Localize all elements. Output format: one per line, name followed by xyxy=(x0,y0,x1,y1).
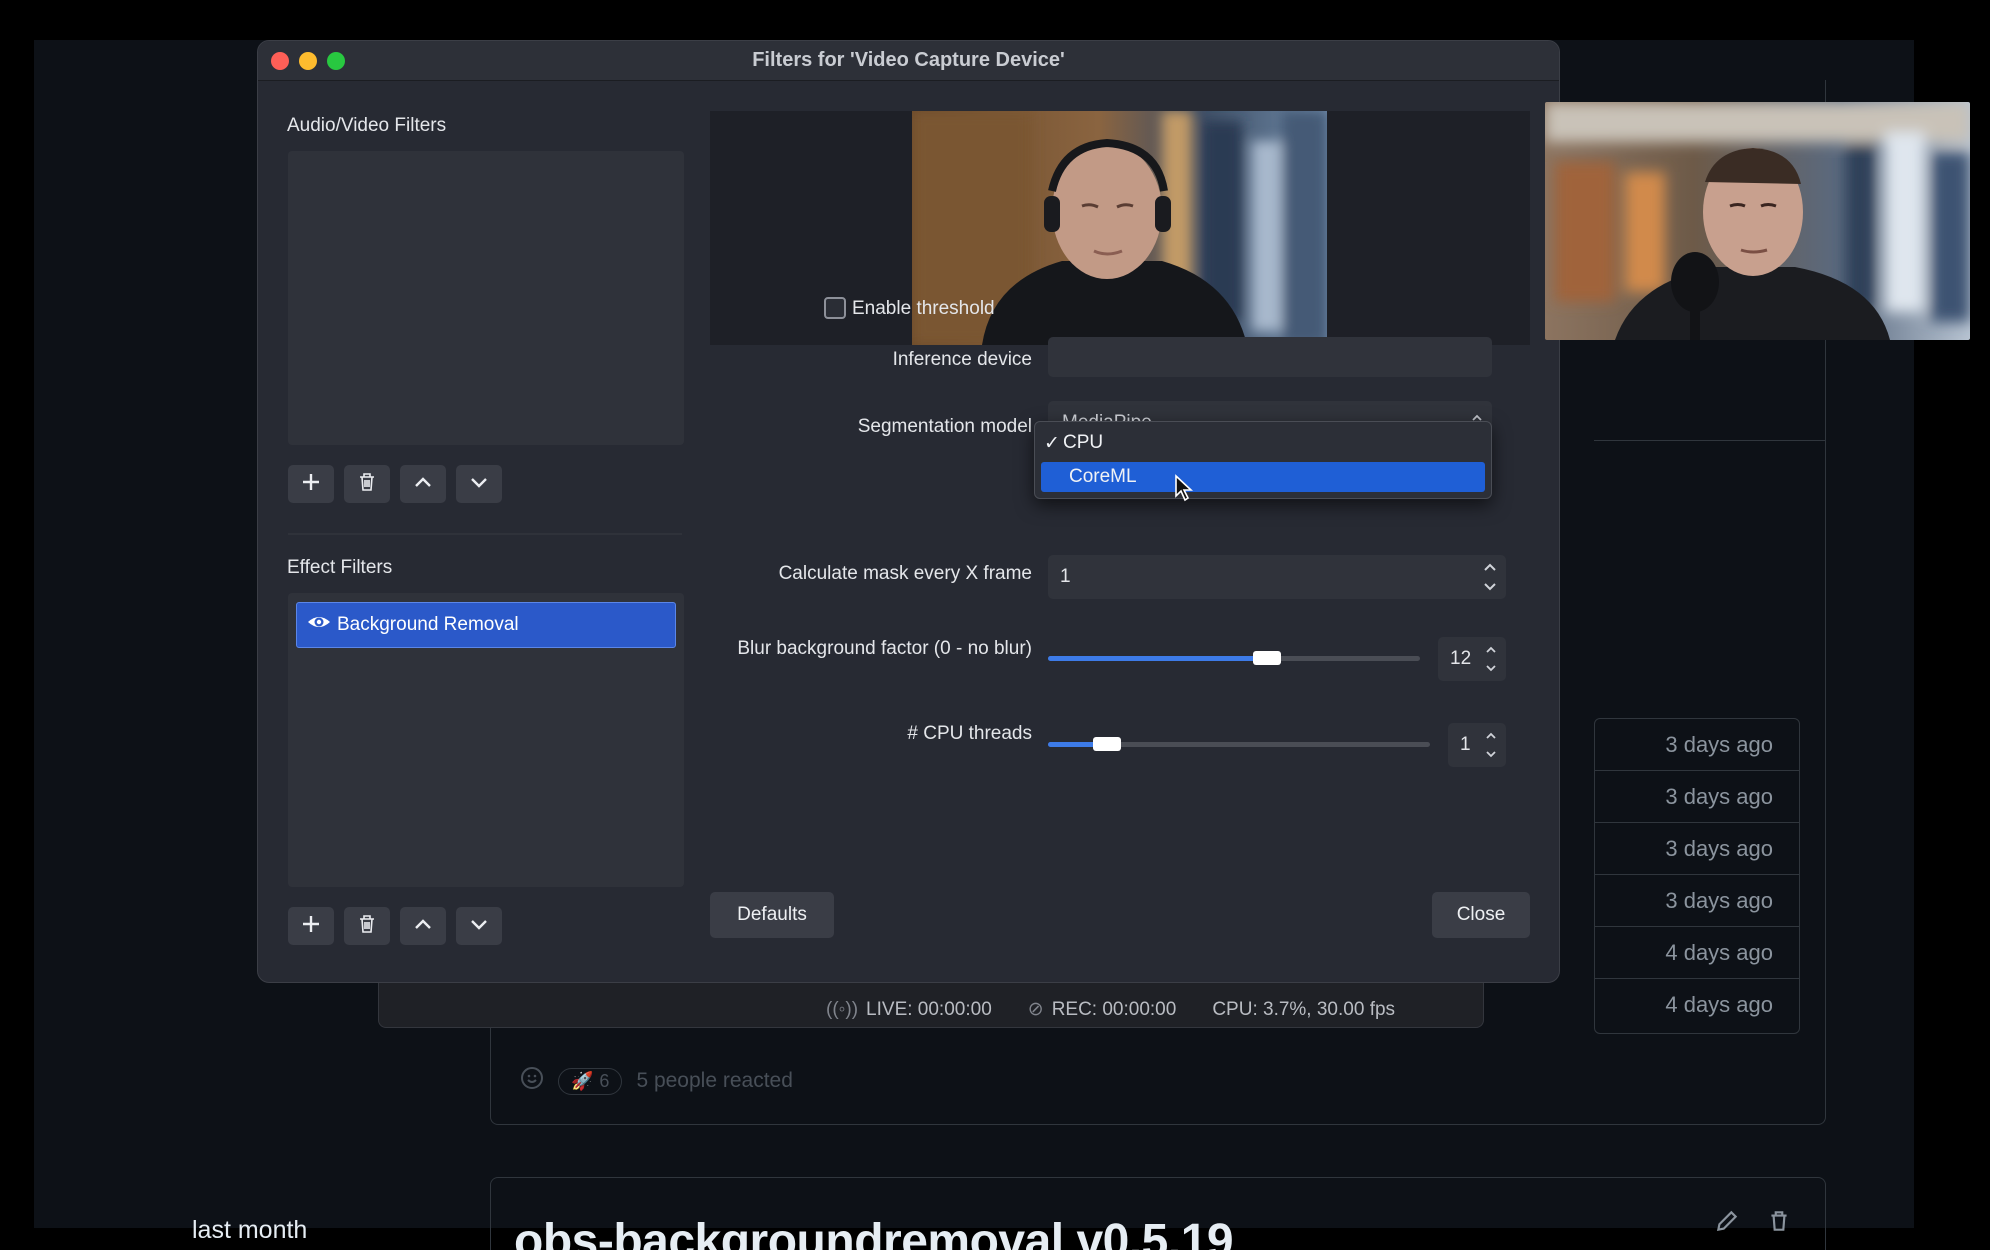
defaults-button[interactable]: Defaults xyxy=(710,892,834,938)
smiley-icon[interactable] xyxy=(520,1066,544,1096)
stepper-arrows-icon[interactable] xyxy=(1484,643,1498,675)
plus-icon xyxy=(300,471,322,498)
eye-icon[interactable] xyxy=(307,610,337,640)
asset-row: 4 days ago xyxy=(1595,927,1799,979)
dropdown-option-cpu[interactable]: ✓ CPU xyxy=(1041,428,1485,458)
status-items: ((◦)) LIVE: 00:00:00 ⊘ REC: 00:00:00 CPU: … xyxy=(826,998,1395,1021)
asset-row: 3 days ago xyxy=(1595,875,1799,927)
inference-device-label: Inference device xyxy=(892,349,1032,370)
audio-video-filters-label: Audio/Video Filters xyxy=(287,115,447,136)
chevron-down-icon xyxy=(468,913,490,940)
reactions-bar: 🚀 6 5 people reacted xyxy=(520,1066,793,1096)
close-button[interactable]: Close xyxy=(1432,892,1530,938)
blur-factor-input[interactable]: 12 xyxy=(1438,637,1506,681)
inference-device-select[interactable] xyxy=(1048,337,1492,377)
rocket-reaction[interactable]: 🚀 6 xyxy=(558,1067,623,1095)
asset-row: 4 days ago xyxy=(1665,992,1773,1017)
blur-slider-handle[interactable] xyxy=(1253,651,1281,665)
cpu-threads-slider[interactable] xyxy=(1048,737,1430,751)
threads-slider-handle[interactable] xyxy=(1093,737,1121,751)
card-divider xyxy=(1594,440,1826,441)
effect-filters-label: Effect Filters xyxy=(287,557,393,578)
chevron-up-icon xyxy=(412,471,434,498)
screen: 3 days ago 3 days ago 3 days ago 3 days … xyxy=(0,0,1990,1250)
add-effect-button[interactable] xyxy=(288,907,334,945)
pencil-icon[interactable] xyxy=(1714,1208,1740,1239)
checkmark-icon: ✓ xyxy=(1044,432,1060,454)
release-date: last month xyxy=(192,1216,308,1244)
move-effect-down-button[interactable] xyxy=(456,907,502,945)
asset-row: 3 days ago xyxy=(1595,823,1799,875)
enable-threshold-label: Enable threshold xyxy=(852,298,995,319)
trash-icon xyxy=(356,471,378,498)
stepper-arrows-icon[interactable] xyxy=(1484,729,1498,761)
chevron-down-icon xyxy=(468,471,490,498)
cpu-threads-input[interactable]: 1 xyxy=(1448,723,1506,767)
cpu-status: CPU: 3.7%, 30.00 fps xyxy=(1212,998,1396,1020)
mouse-cursor-icon xyxy=(1174,474,1194,507)
section-divider xyxy=(288,533,682,535)
blur-slider-fill xyxy=(1048,656,1267,661)
enable-threshold-checkbox[interactable] xyxy=(824,297,846,319)
chevron-up-icon xyxy=(412,913,434,940)
assets-list: 3 days ago 3 days ago 3 days ago 3 days … xyxy=(1594,718,1800,1034)
blur-factor-label: Blur background factor (0 - no blur) xyxy=(737,638,1032,659)
asset-row: 3 days ago xyxy=(1595,771,1799,823)
add-filter-button[interactable] xyxy=(288,465,334,503)
window-title: Filters for 'Video Capture Device' xyxy=(752,49,1065,71)
audio-video-filter-list[interactable] xyxy=(288,151,684,445)
asset-row: 3 days ago xyxy=(1595,719,1799,771)
effect-toolbar xyxy=(288,907,502,945)
release-actions xyxy=(1714,1208,1792,1239)
move-up-button[interactable] xyxy=(400,465,446,503)
move-down-button[interactable] xyxy=(456,465,502,503)
reaction-summary: 5 people reacted xyxy=(636,1069,793,1092)
filters-dialog: Filters for 'Video Capture Device' Audio… xyxy=(257,40,1560,983)
broadcast-off-icon: ((◦)) xyxy=(826,998,859,1020)
audio-video-toolbar xyxy=(288,465,502,503)
stepper-arrows-icon[interactable] xyxy=(1482,560,1498,594)
title-bar[interactable]: Filters for 'Video Capture Device' xyxy=(258,41,1559,81)
plus-icon xyxy=(300,913,322,940)
live-status: ((◦)) LIVE: 00:00:00 xyxy=(826,998,992,1020)
release-title[interactable]: obs-backgroundremoval v0.5.19 xyxy=(514,1214,1234,1250)
segmentation-model-label: Segmentation model xyxy=(857,416,1032,437)
trash-icon[interactable] xyxy=(1766,1208,1792,1239)
webcam-overlay xyxy=(1545,102,1970,340)
cpu-threads-label: # CPU threads xyxy=(907,723,1032,744)
inference-device-dropdown: ✓ CPU CoreML xyxy=(1034,421,1492,499)
remove-effect-button[interactable] xyxy=(344,907,390,945)
rec-status: ⊘ REC: 00:00:00 xyxy=(1027,999,1177,1020)
record-off-icon: ⊘ xyxy=(1027,999,1044,1020)
blur-factor-slider[interactable] xyxy=(1048,651,1420,665)
trash-icon xyxy=(356,913,378,940)
filter-name: Background Removal xyxy=(337,614,519,635)
remove-filter-button[interactable] xyxy=(344,465,390,503)
rocket-icon: 🚀 xyxy=(571,1070,594,1091)
move-effect-up-button[interactable] xyxy=(400,907,446,945)
mask-frequency-input[interactable]: 1 xyxy=(1048,555,1506,599)
mask-frequency-label: Calculate mask every X frame xyxy=(778,563,1032,584)
dropdown-option-coreml[interactable]: CoreML xyxy=(1041,462,1485,492)
